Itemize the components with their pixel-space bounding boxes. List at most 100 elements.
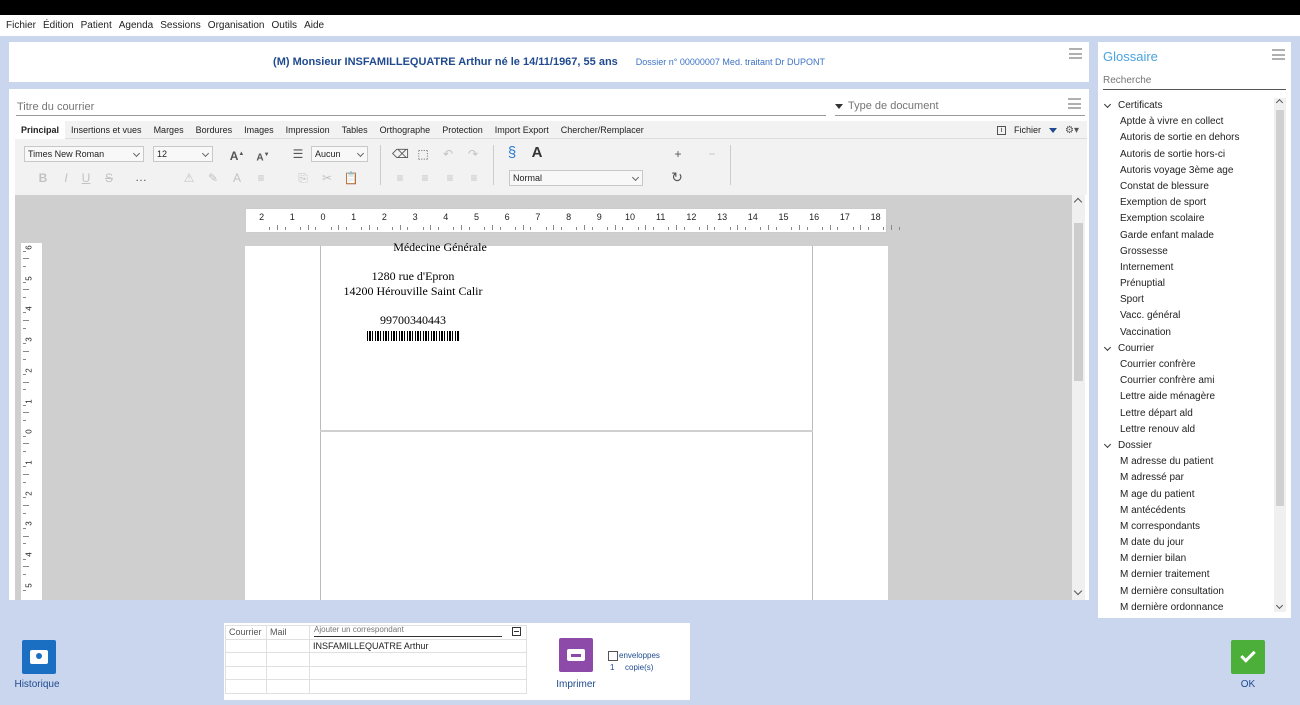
letter-title-input[interactable]: [16, 98, 826, 116]
history-button[interactable]: [22, 640, 56, 674]
more-format-icon[interactable]: …: [133, 169, 149, 185]
justify-icon[interactable]: ≡: [466, 170, 482, 186]
refresh-icon[interactable]: ↻: [669, 169, 685, 185]
align-block-icon[interactable]: ≡: [253, 170, 269, 186]
glossary-item[interactable]: M dernier bilan: [1098, 551, 1274, 567]
collapse-icon[interactable]: [512, 627, 521, 636]
undo-icon[interactable]: ↶: [440, 146, 456, 162]
glossary-item[interactable]: Exemption scolaire: [1098, 211, 1274, 227]
glossary-search-input[interactable]: [1103, 72, 1286, 90]
document-type-select[interactable]: [835, 97, 1085, 116]
zoom-in-icon[interactable]: +: [670, 146, 686, 162]
glossary-item[interactable]: Sport: [1098, 292, 1274, 308]
select-all-icon[interactable]: ⬚: [415, 146, 431, 162]
font-size-select[interactable]: 12: [153, 146, 213, 162]
glossary-item[interactable]: Exemption de sport: [1098, 195, 1274, 211]
menu-aide[interactable]: Aide: [304, 20, 324, 31]
table-row[interactable]: INSFAMILLEQUATRE Arthur: [225, 638, 527, 653]
glossary-item[interactable]: M dernière consultation: [1098, 584, 1274, 600]
bold-icon[interactable]: B: [35, 170, 51, 186]
glossary-item[interactable]: Internement: [1098, 260, 1274, 276]
list-style-select[interactable]: Aucun: [311, 146, 368, 162]
chevron-down-icon[interactable]: [1103, 440, 1112, 449]
glossary-scrollbar[interactable]: [1274, 98, 1286, 612]
editor-menu-icon[interactable]: [1068, 98, 1081, 109]
tab-bordures[interactable]: Bordures: [190, 121, 239, 139]
eraser-icon[interactable]: ⌫: [392, 146, 409, 162]
menu-agenda[interactable]: Agenda: [119, 20, 153, 31]
glossary-item[interactable]: Autoris voyage 3ème age: [1098, 163, 1274, 179]
glossary-item[interactable]: Constat de blessure: [1098, 179, 1274, 195]
settings-gear-icon[interactable]: ⚙▾: [1065, 125, 1079, 136]
glossary-item[interactable]: Autoris de sortie hors-ci: [1098, 147, 1274, 163]
font-shrink-icon[interactable]: A▼: [255, 147, 271, 163]
glossary-item[interactable]: Lettre départ ald: [1098, 406, 1274, 422]
glossary-item[interactable]: Vacc. général: [1098, 308, 1274, 324]
mail-checkbox-cell[interactable]: [266, 638, 310, 653]
document-type-input[interactable]: [848, 100, 1048, 112]
courrier-checkbox-cell[interactable]: [225, 638, 267, 653]
tab-protection[interactable]: Protection: [436, 121, 489, 139]
glossary-item[interactable]: Vaccination: [1098, 325, 1274, 341]
glossary-item[interactable]: Courrier confrère: [1098, 357, 1274, 373]
font-style-icon[interactable]: A: [529, 145, 545, 161]
chevron-down-icon[interactable]: [1103, 343, 1112, 351]
document-scrollbar[interactable]: [1072, 195, 1085, 600]
tab-insertions[interactable]: Insertions et vues: [65, 121, 148, 139]
scroll-thumb[interactable]: [1276, 110, 1284, 506]
font-grow-icon[interactable]: A▲: [229, 146, 245, 163]
vertical-ruler[interactable]: 6 5 4 3 2 1 0 1 2 3 4 5: [21, 243, 43, 600]
glossary-item[interactable]: M dernier traitement: [1098, 567, 1274, 583]
section-icon[interactable]: §: [504, 145, 520, 161]
copies-count[interactable]: 1: [610, 663, 614, 672]
tab-images[interactable]: Images: [238, 121, 280, 139]
glossary-item[interactable]: Garde enfant malade: [1098, 228, 1274, 244]
glossary-item[interactable]: M antécédents: [1098, 503, 1274, 519]
document-area[interactable]: 2 1 0 1 2 3 4 5 6 7 8 9 10 11 12 13 14 15 16 17 18 654321012…: [15, 195, 1081, 600]
font-color-icon[interactable]: A: [229, 170, 245, 186]
tab-chercher[interactable]: Chercher/Remplacer: [555, 121, 650, 139]
glossary-item[interactable]: M adresse du patient: [1098, 454, 1274, 470]
menu-organisation[interactable]: Organisation: [208, 20, 265, 31]
glossary-item[interactable]: M date du jour: [1098, 535, 1274, 551]
glossary-item[interactable]: Prénuptial: [1098, 276, 1274, 292]
align-center-icon[interactable]: ≡: [417, 170, 433, 186]
glossary-menu-icon[interactable]: [1272, 49, 1285, 60]
scroll-up-icon[interactable]: [1073, 197, 1083, 207]
tab-principal[interactable]: Principal: [15, 120, 66, 139]
menu-outils[interactable]: Outils: [272, 20, 298, 31]
scroll-down-icon[interactable]: [1275, 601, 1284, 610]
scroll-down-icon[interactable]: [1073, 586, 1083, 596]
menu-patient[interactable]: Patient: [81, 20, 112, 31]
menu-sessions[interactable]: Sessions: [160, 20, 201, 31]
paragraph-style-select[interactable]: Normal: [509, 170, 643, 186]
glossary-category[interactable]: Courrier: [1098, 341, 1274, 357]
font-family-select[interactable]: Times New Roman: [24, 146, 144, 162]
glossary-item[interactable]: Lettre aide ménagère: [1098, 389, 1274, 405]
horizontal-ruler[interactable]: 2 1 0 1 2 3 4 5 6 7 8 9 10 11 12 13 14 15 16 17 18: [245, 208, 900, 233]
menu-edition[interactable]: Édition: [43, 20, 74, 31]
glossary-category[interactable]: Dossier: [1098, 438, 1274, 454]
glossary-item[interactable]: Autoris de sortie en dehors: [1098, 130, 1274, 146]
add-correspondant-input[interactable]: [314, 623, 502, 637]
paste-icon[interactable]: 📋: [343, 170, 359, 186]
highlight-icon[interactable]: ⚠: [181, 170, 197, 186]
align-left-icon[interactable]: ≡: [392, 170, 408, 186]
glossary-item[interactable]: M dernière ordonnance: [1098, 600, 1274, 612]
tab-orthographe[interactable]: Orthographe: [374, 121, 437, 139]
scroll-up-icon[interactable]: [1275, 98, 1284, 107]
brush-icon[interactable]: ✎: [205, 170, 221, 186]
tab-marges[interactable]: Marges: [148, 121, 190, 139]
glossary-item[interactable]: Lettre renouv ald: [1098, 422, 1274, 438]
glossary-item[interactable]: M age du patient: [1098, 487, 1274, 503]
redo-icon[interactable]: ↷: [465, 146, 481, 162]
menu-fichier[interactable]: Fichier: [6, 20, 36, 31]
header-menu-icon[interactable]: [1069, 48, 1082, 59]
glossary-item[interactable]: M correspondants: [1098, 519, 1274, 535]
chevron-down-icon[interactable]: [1103, 101, 1112, 109]
scroll-thumb[interactable]: [1074, 223, 1083, 381]
cut-icon[interactable]: ✂: [319, 170, 335, 186]
ok-button[interactable]: [1231, 640, 1265, 674]
print-button[interactable]: [559, 638, 593, 672]
info-icon[interactable]: i: [997, 125, 1006, 135]
